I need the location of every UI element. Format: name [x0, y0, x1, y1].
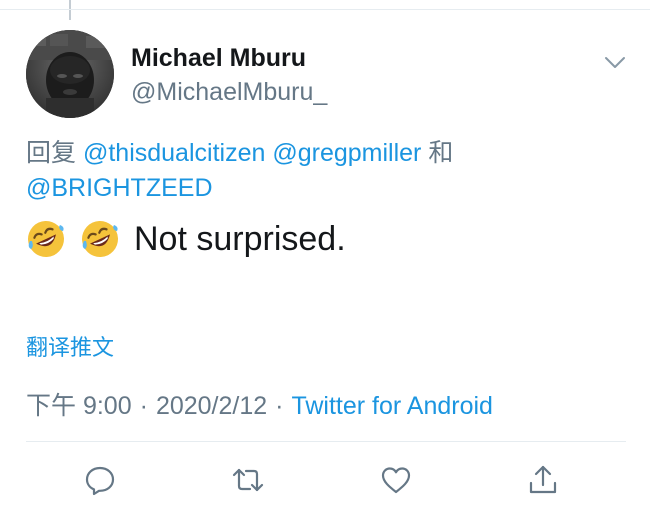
mention-link[interactable]: @BRIGHTZEED [26, 174, 213, 202]
avatar[interactable] [26, 30, 114, 118]
tweet-time: 下午 9:00 [26, 392, 132, 420]
meta-separator: · [275, 392, 284, 420]
more-options-button[interactable] [600, 50, 630, 74]
reply-button[interactable] [80, 460, 120, 500]
tweet-source-link[interactable]: Twitter for Android [291, 392, 492, 420]
mention-link[interactable]: @gregpmiller [272, 139, 421, 167]
rolling-on-the-floor-laughing-emoji-icon [28, 221, 64, 257]
chevron-down-icon [605, 57, 625, 68]
reply-context: 回复 @thisdualcitizen @gregpmiller 和 @BRIG… [26, 136, 616, 206]
author-display-name[interactable]: Michael Mburu [131, 44, 306, 73]
translate-tweet-link[interactable]: 翻译推文 [26, 330, 114, 362]
actions-divider [26, 441, 626, 442]
tweet-metadata: 下午 9:00 · 2020/2/12 · Twitter for Android [26, 386, 493, 422]
tweet-date[interactable]: 2020/2/12 [156, 392, 267, 420]
share-icon [529, 465, 557, 494]
reply-prefix: 回复 [26, 139, 77, 167]
top-divider [0, 9, 650, 10]
rolling-on-the-floor-laughing-emoji-icon [82, 221, 118, 257]
like-icon [381, 467, 411, 494]
tweet-text: Not surprised. [26, 216, 346, 262]
retweet-button[interactable] [228, 460, 268, 500]
reply-conjunction: 和 [428, 139, 454, 167]
retweet-icon [232, 468, 264, 492]
profile-photo-icon [26, 30, 114, 118]
thread-connector-line [69, 0, 71, 20]
mention-link[interactable]: @thisdualcitizen [83, 139, 265, 167]
meta-separator: · [139, 392, 148, 420]
author-handle[interactable]: @MichaelMburu_ [131, 78, 327, 107]
share-button[interactable] [523, 460, 563, 500]
like-button[interactable] [376, 460, 416, 500]
reply-icon [85, 466, 115, 496]
tweet-body: Not surprised. [134, 220, 346, 258]
